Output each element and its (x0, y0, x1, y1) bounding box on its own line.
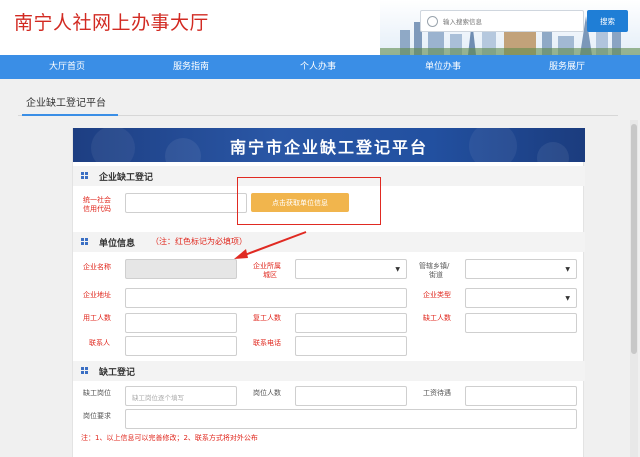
platform-banner: 南宁市企业缺工登记平台 (73, 128, 585, 162)
requirement-label: 岗位要求 (83, 412, 111, 420)
position-placeholder: 缺工岗位逐个填写 (132, 394, 184, 402)
search-input[interactable] (443, 14, 578, 29)
search-icon (427, 16, 438, 27)
returning-input[interactable] (295, 313, 407, 333)
company-name-label: 企业名称 (83, 263, 111, 271)
town-label-line1: 管辖乡镇/ (419, 262, 450, 270)
nav-item-showroom[interactable]: 服务展厅 (522, 55, 612, 79)
headcount-input[interactable] (295, 386, 407, 406)
requirement-input[interactable] (125, 409, 577, 429)
chevron-down-icon: ▼ (565, 295, 570, 302)
phone-label: 联系电话 (253, 339, 281, 347)
credit-code-input[interactable] (125, 193, 247, 213)
header: 南宁人社网上办事大厅 搜索 (0, 0, 640, 55)
nav-item-guide[interactable]: 服务指南 (146, 55, 236, 79)
grid-icon (81, 367, 88, 374)
section-header-unit-info: 单位信息 （注：红色标记为必填项） (73, 232, 585, 252)
town-select[interactable]: ▼ (465, 259, 577, 279)
nav-item-home[interactable]: 大厅首页 (22, 55, 112, 79)
position-input[interactable]: 缺工岗位逐个填写 (125, 386, 237, 406)
company-name-input (125, 259, 237, 279)
address-input[interactable] (125, 288, 407, 308)
address-label: 企业地址 (83, 291, 111, 299)
contact-label: 联系人 (89, 339, 110, 347)
shortage-label: 缺工人数 (423, 314, 451, 322)
salary-input[interactable] (465, 386, 577, 406)
breadcrumb[interactable]: 企业缺工登记平台 (26, 94, 106, 109)
nav-item-personal[interactable]: 个人办事 (273, 55, 363, 79)
shortage-input[interactable] (465, 313, 577, 333)
breadcrumb-underline (22, 114, 118, 116)
grid-icon (81, 238, 88, 245)
company-type-select[interactable]: ▼ (465, 288, 577, 308)
scrollbar-thumb[interactable] (631, 124, 637, 354)
section-title: 缺工登记 (99, 368, 136, 378)
employees-label: 用工人数 (83, 314, 111, 322)
town-label-line2: 街道 (429, 271, 443, 279)
headcount-label: 岗位人数 (253, 389, 281, 397)
search-box[interactable] (420, 10, 584, 32)
chevron-down-icon: ▼ (395, 266, 400, 273)
banner-title: 南宁市企业缺工登记平台 (229, 138, 428, 157)
phone-input[interactable] (295, 336, 407, 356)
nav-item-unit[interactable]: 单位办事 (398, 55, 488, 79)
grid-icon (81, 172, 88, 179)
fetch-unit-info-button[interactable]: 点击获取单位信息 (251, 193, 349, 212)
company-type-label: 企业类型 (423, 291, 451, 299)
chevron-down-icon: ▼ (565, 266, 570, 273)
salary-label: 工资待遇 (423, 389, 451, 397)
breadcrumb-bar: 企业缺工登记平台 (18, 90, 618, 116)
footnote: 注：1、以上信息可以完善修改；2、联系方式将对外公布 (81, 434, 258, 442)
section-header-shortage: 缺工登记 (73, 361, 585, 381)
main-nav: 大厅首页 服务指南 个人办事 单位办事 服务展厅 (0, 55, 640, 79)
position-label: 缺工岗位 (83, 389, 111, 397)
district-select[interactable]: ▼ (295, 259, 407, 279)
district-label-line2: 城区 (263, 271, 277, 279)
credit-code-label-line2: 信用代码 (83, 205, 111, 213)
employees-input[interactable] (125, 313, 237, 333)
site-title: 南宁人社网上办事大厅 (14, 12, 210, 34)
returning-label: 复工人数 (253, 314, 281, 322)
section-title: 企业缺工登记 (99, 173, 154, 183)
section-title: 单位信息 (99, 239, 136, 249)
contact-input[interactable] (125, 336, 237, 356)
credit-code-label-line1: 统一社会 (83, 196, 111, 204)
annotation-arrow-icon (234, 231, 307, 259)
search-button[interactable]: 搜索 (587, 10, 628, 32)
